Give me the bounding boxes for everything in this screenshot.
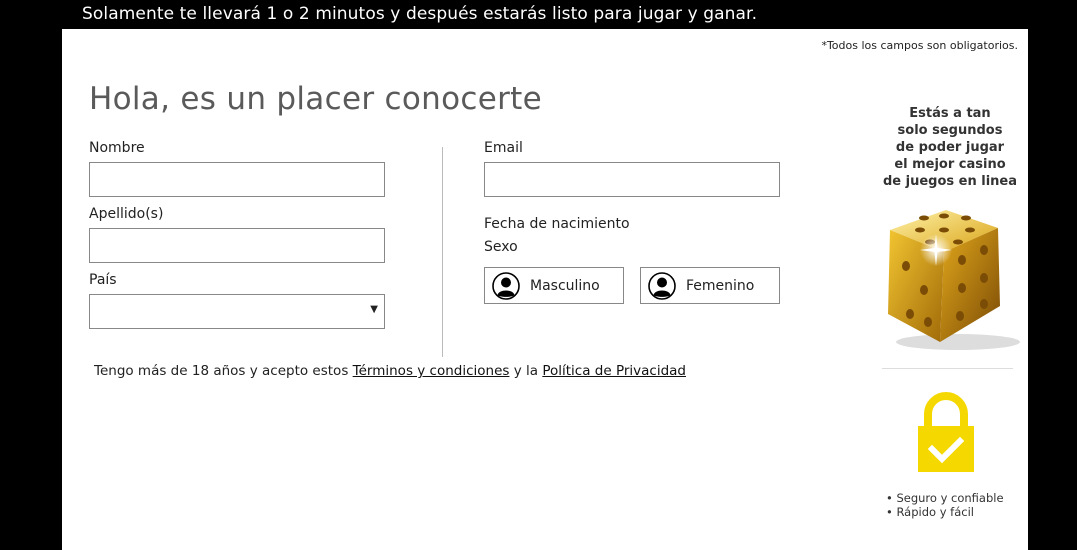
male-button[interactable]: Masculino: [484, 267, 624, 304]
column-divider: [442, 147, 443, 357]
promo-line: de poder jugar: [895, 140, 1005, 155]
promo-line: de juegos en linea: [882, 174, 1018, 189]
nombre-label: Nombre: [89, 140, 145, 156]
pais-select[interactable]: ▼: [89, 294, 385, 329]
promo-text: Estás a tan solo segundos de poder jugar…: [872, 105, 1028, 190]
promo-line: Estás a tan: [909, 106, 991, 121]
dropdown-arrow-icon: ▼: [370, 304, 378, 315]
page-title: Hola, es un placer conocerte: [89, 81, 542, 117]
promo-line: el mejor casino: [894, 157, 1006, 172]
birth-date-label: Fecha de nacimiento: [484, 216, 630, 232]
gold-dice-icon: [888, 210, 1020, 350]
bullet-item: • Seguro y confiable: [886, 491, 1004, 505]
terms-link[interactable]: Términos y condiciones: [353, 363, 510, 379]
bullet-item: • Rápido y fácil: [886, 505, 974, 519]
male-label: Masculino: [530, 277, 600, 294]
user-icon: [648, 271, 676, 300]
top-banner: Solamente te llevará 1 o 2 minutos y des…: [82, 4, 758, 24]
registration-panel: *Todos los campos son obligatorios. Hola…: [62, 29, 1028, 550]
terms-prefix: Tengo más de 18 años y acepto estos: [94, 363, 353, 379]
padlock-check-icon: [918, 392, 974, 472]
privacy-link[interactable]: Política de Privacidad: [542, 363, 686, 379]
terms-middle: y la: [509, 363, 543, 379]
sidebar-bullets: • Seguro y confiable • Rápido y fácil: [886, 491, 1004, 519]
apellidos-input[interactable]: [89, 228, 385, 263]
nombre-input[interactable]: [89, 162, 385, 197]
user-icon: [492, 271, 520, 300]
female-label: Femenino: [686, 277, 755, 294]
promo-line: solo segundos: [897, 123, 1003, 138]
terms-text: Tengo más de 18 años y acepto estos Térm…: [94, 363, 686, 379]
email-label: Email: [484, 140, 523, 156]
sidebar-divider: [882, 368, 1013, 369]
female-button[interactable]: Femenino: [640, 267, 780, 304]
apellidos-label: Apellido(s): [89, 206, 164, 222]
sexo-label: Sexo: [484, 239, 518, 255]
promo-sidebar: Estás a tan solo segundos de poder jugar…: [872, 29, 1028, 550]
email-input[interactable]: [484, 162, 780, 197]
pais-label: País: [89, 272, 117, 288]
